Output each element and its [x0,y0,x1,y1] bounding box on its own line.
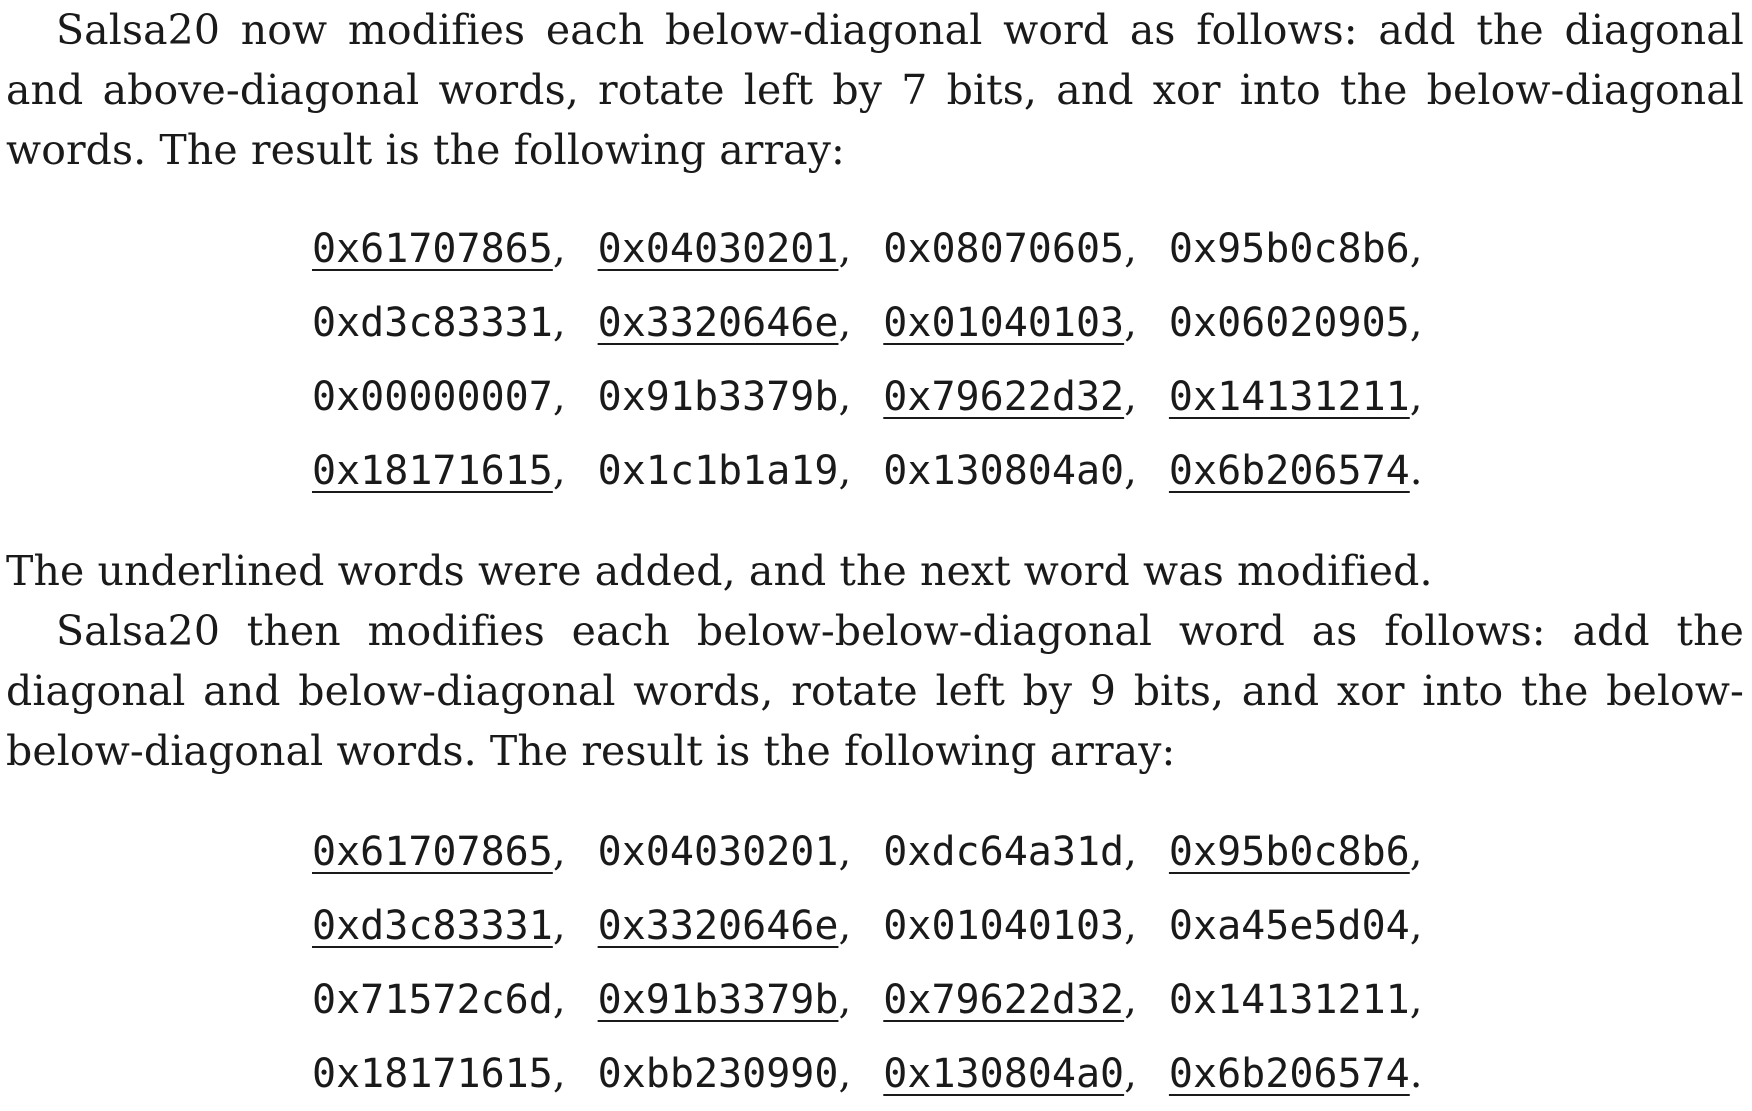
comma: , [1124,1051,1137,1097]
paragraph-text: Salsa20 then modifies each below-below-d… [6,607,1744,775]
comma: , [838,1051,852,1097]
underlined-hex-word: 0x91b3379b [597,977,839,1023]
comma: , [552,374,566,420]
underlined-hex-word: 0x79622d32 [883,977,1125,1023]
hex-word: 0xd3c83331 [312,300,553,346]
paragraph-text: Salsa20 now modifies each below-diagonal… [6,6,1744,174]
underlined-hex-word: 0x130804a0 [883,1051,1125,1097]
period: . [1409,448,1423,494]
hex-word: 0x00000007 [312,374,553,420]
hex-word: 0xa45e5d04 [1168,903,1410,949]
comma: , [552,1051,566,1097]
comma: , [838,226,852,272]
comma: , [838,374,852,420]
underlined-hex-word: 0x04030201 [597,226,839,272]
comma: , [552,226,566,272]
comma: , [1409,903,1423,949]
comma: , [1124,448,1137,494]
paragraph-rotate-7: Salsa20 now modifies each below-diagonal… [6,0,1744,180]
comma: , [1409,226,1423,272]
hex-word: 0x91b3379b [597,374,839,420]
comma: , [552,300,566,346]
hex-word: 0x95b0c8b6 [1168,226,1410,272]
comma: , [1409,977,1423,1023]
comma: , [1409,829,1423,875]
underlined-hex-word: 0xd3c83331 [312,903,553,949]
comma: , [552,448,566,494]
array-row: 0x00000007, 0x91b3379b, 0x79622d32, 0x14… [312,360,1462,434]
hex-word: 0x18171615 [312,1051,553,1097]
array-row: 0xd3c83331, 0x3320646e, 0x01040103, 0xa4… [312,889,1462,963]
comma: , [838,300,852,346]
underlined-hex-word: 0x18171615 [312,448,553,494]
comma: , [1124,829,1137,875]
underlined-hex-word: 0x14131211 [1168,374,1410,420]
array-row: 0x61707865, 0x04030201, 0xdc64a31d, 0x95… [312,815,1462,889]
hex-word: 0x130804a0 [883,448,1125,494]
hex-word: 0x08070605 [883,226,1125,272]
hex-word: 0x06020905 [1168,300,1410,346]
hex-word: 0x14131211 [1168,977,1410,1023]
comma: , [1124,977,1137,1023]
hex-word: 0xdc64a31d [883,829,1125,875]
comma: , [838,977,852,1023]
comma: , [1124,903,1137,949]
paragraph-text: The underlined words were added, and the… [6,547,1433,595]
comma: , [838,448,852,494]
comma: , [1124,374,1137,420]
array-row: 0x61707865, 0x04030201, 0x08070605, 0x95… [312,212,1462,286]
underlined-hex-word: 0x3320646e [597,903,839,949]
comma: , [552,829,566,875]
comma: , [552,977,566,1023]
underlined-hex-word: 0x01040103 [883,300,1125,346]
array-row: 0x71572c6d, 0x91b3379b, 0x79622d32, 0x14… [312,963,1462,1037]
hex-word: 0x01040103 [883,903,1125,949]
comma: , [838,829,852,875]
comma: , [1124,226,1137,272]
paragraph-underline-note: The underlined words were added, and the… [6,541,1744,601]
array-after-rotate-7: 0x61707865, 0x04030201, 0x08070605, 0x95… [312,212,1462,508]
hex-word: 0x1c1b1a19 [597,448,839,494]
comma: , [1124,300,1137,346]
underlined-hex-word: 0x3320646e [597,300,839,346]
hex-word: 0x71572c6d [312,977,553,1023]
comma: , [552,903,566,949]
comma: , [1409,374,1423,420]
array-row: 0x18171615, 0x1c1b1a19, 0x130804a0, 0x6b… [312,434,1462,508]
underlined-hex-word: 0x95b0c8b6 [1168,829,1410,875]
array-row: 0xd3c83331, 0x3320646e, 0x01040103, 0x06… [312,286,1462,360]
comma: , [838,903,852,949]
paper-page: Salsa20 now modifies each below-diagonal… [0,0,1752,1100]
underlined-hex-word: 0x6b206574 [1168,1051,1410,1097]
hex-word: 0xbb230990 [597,1051,839,1097]
hex-word: 0x04030201 [597,829,839,875]
underlined-hex-word: 0x61707865 [312,226,553,272]
array-after-rotate-9: 0x61707865, 0x04030201, 0xdc64a31d, 0x95… [312,815,1462,1111]
underlined-hex-word: 0x6b206574 [1168,448,1410,494]
period: . [1409,1051,1423,1097]
comma: , [1409,300,1423,346]
paragraph-rotate-9: Salsa20 then modifies each below-below-d… [6,601,1744,781]
underlined-hex-word: 0x79622d32 [883,374,1125,420]
underlined-hex-word: 0x61707865 [312,829,553,875]
